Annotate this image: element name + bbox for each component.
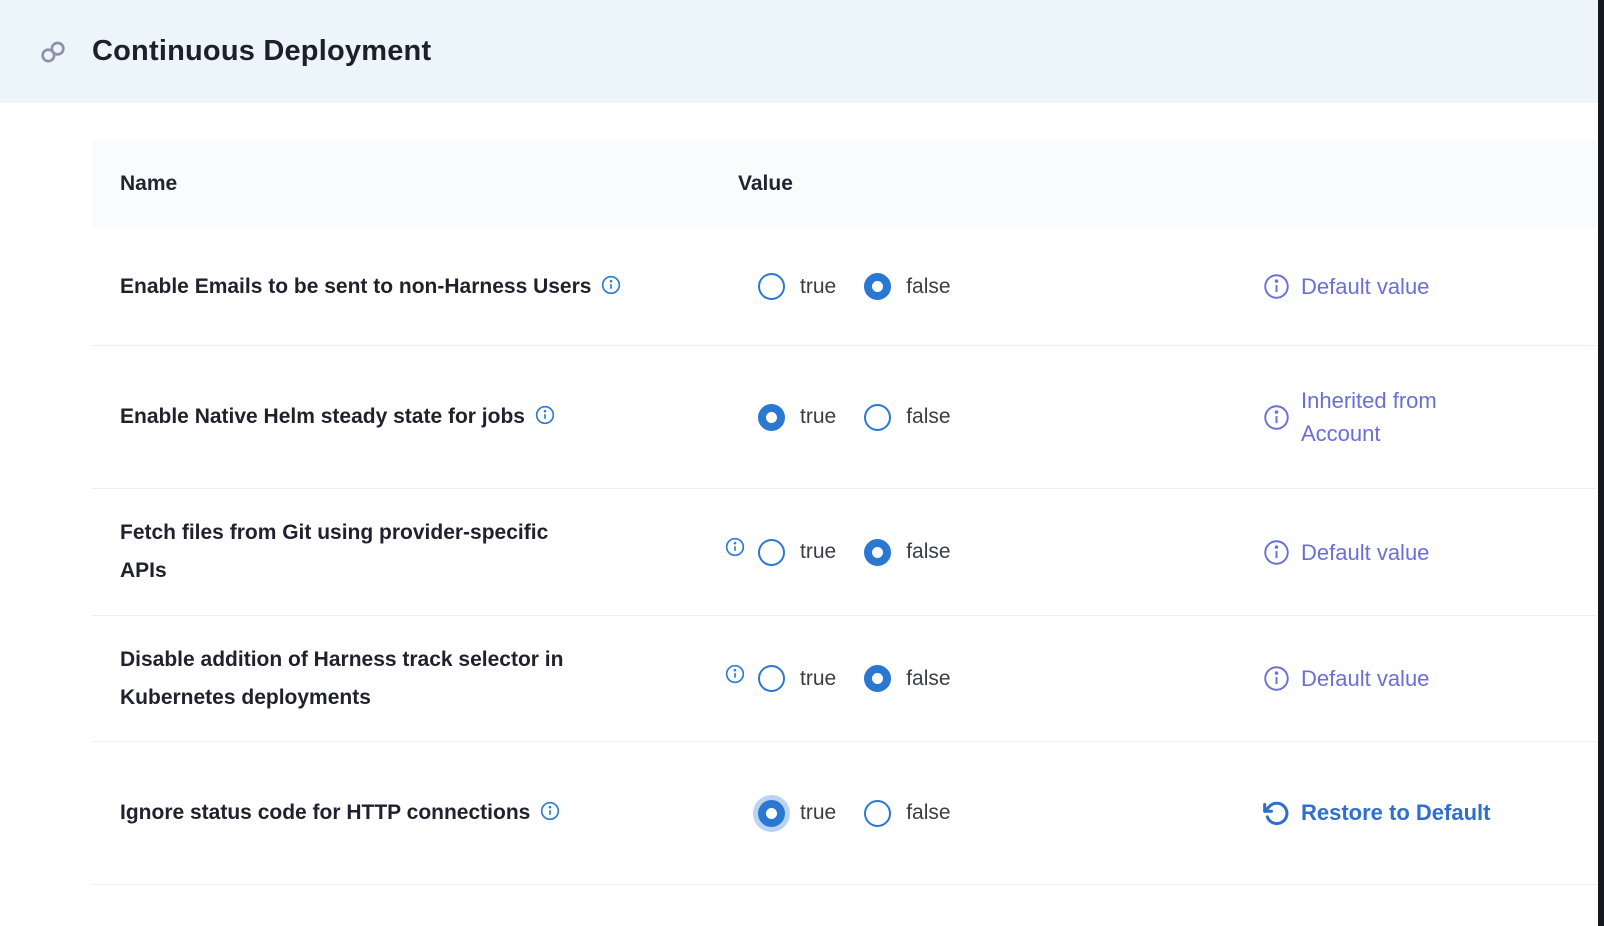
status-default: Inherited from Account [1263,384,1516,450]
setting-name: Enable Native Helm steady state for jobs [120,405,525,428]
setting-value-cell: true false [705,539,1255,566]
setting-status-cell: Inherited from Account [1255,384,1597,450]
radio-option-false[interactable]: false [864,800,950,827]
info-icon[interactable] [1263,273,1290,300]
radio-true[interactable] [758,539,785,566]
radio-true-label: true [800,275,836,299]
setting-value-cell: true false [705,273,1255,300]
info-icon[interactable] [1263,665,1290,692]
status-restore[interactable]: Restore to Default [1263,800,1490,827]
setting-status-cell: Restore to Default [1255,800,1597,827]
status-default: Default value [1263,270,1429,303]
setting-name: Fetch files from Git using provider-spec… [120,521,548,582]
setting-status-cell: Default value [1255,662,1597,695]
setting-name-cell: Disable addition of Harness track select… [92,641,705,717]
right-edge-panel [1598,0,1604,926]
radio-true-label: true [800,540,836,564]
setting-value-cell: true false [705,800,1255,827]
info-icon[interactable] [1263,539,1290,566]
setting-name: Enable Emails to be sent to non-Harness … [120,275,591,298]
section-header: Continuous Deployment [0,0,1604,103]
column-header-value: Value [705,172,1255,196]
page-title: Continuous Deployment [92,35,431,68]
radio-false[interactable] [864,800,891,827]
settings-table: Name Value Enable Emails to be sent to n… [92,140,1597,885]
radio-true-label: true [800,405,836,429]
status-label: Default value [1301,270,1429,303]
table-rows: Enable Emails to be sent to non-Harness … [92,228,1597,885]
table-row: Ignore status code for HTTP connections … [92,742,1597,885]
info-icon[interactable] [601,275,621,295]
setting-name-cell: Enable Native Helm steady state for jobs [92,398,705,436]
radio-true[interactable] [758,665,785,692]
setting-name: Ignore status code for HTTP connections [120,801,530,824]
radio-true[interactable] [758,404,785,431]
status-default: Default value [1263,536,1429,569]
status-label: Default value [1301,662,1429,695]
radio-false-label: false [906,667,950,691]
radio-false[interactable] [864,539,891,566]
link-icon[interactable] [38,37,68,67]
radio-true-label: true [800,667,836,691]
table-header-row: Name Value [92,140,1597,228]
info-icon[interactable] [725,537,745,557]
setting-status-cell: Default value [1255,270,1597,303]
setting-value-cell: true false [705,404,1255,431]
setting-status-cell: Default value [1255,536,1597,569]
radio-false[interactable] [864,665,891,692]
table-row: Disable addition of Harness track select… [92,616,1597,742]
table-row: Enable Emails to be sent to non-Harness … [92,228,1597,346]
info-icon[interactable] [1263,404,1290,431]
table-row: Fetch files from Git using provider-spec… [92,489,1597,616]
setting-name-cell: Fetch files from Git using provider-spec… [92,514,705,590]
radio-true[interactable] [758,800,785,827]
radio-option-false[interactable]: false [864,539,950,566]
radio-false-label: false [906,275,950,299]
status-default: Default value [1263,662,1429,695]
radio-option-true[interactable]: true [758,539,836,566]
radio-option-true[interactable]: true [758,800,836,827]
restore-icon[interactable] [1263,800,1290,827]
column-header-name: Name [92,172,705,196]
table-row: Enable Native Helm steady state for jobs… [92,346,1597,489]
setting-name-cell: Enable Emails to be sent to non-Harness … [92,268,705,306]
radio-option-false[interactable]: false [864,404,950,431]
status-label: Default value [1301,536,1429,569]
info-icon[interactable] [725,664,745,684]
info-icon[interactable] [540,801,560,821]
setting-value-cell: true false [705,665,1255,692]
status-label: Inherited from Account [1301,384,1516,450]
radio-false-label: false [906,801,950,825]
radio-false-label: false [906,405,950,429]
settings-page: Continuous Deployment Name Value Enable … [0,0,1604,926]
setting-name: Disable addition of Harness track select… [120,648,563,709]
setting-name-cell: Ignore status code for HTTP connections [92,794,705,832]
radio-option-true[interactable]: true [758,273,836,300]
radio-option-true[interactable]: true [758,665,836,692]
radio-option-true[interactable]: true [758,404,836,431]
radio-option-false[interactable]: false [864,273,950,300]
info-icon[interactable] [535,405,555,425]
radio-false[interactable] [864,404,891,431]
restore-label: Restore to Default [1301,800,1490,826]
radio-false-label: false [906,540,950,564]
radio-false[interactable] [864,273,891,300]
radio-true[interactable] [758,273,785,300]
radio-true-label: true [800,801,836,825]
radio-option-false[interactable]: false [864,665,950,692]
